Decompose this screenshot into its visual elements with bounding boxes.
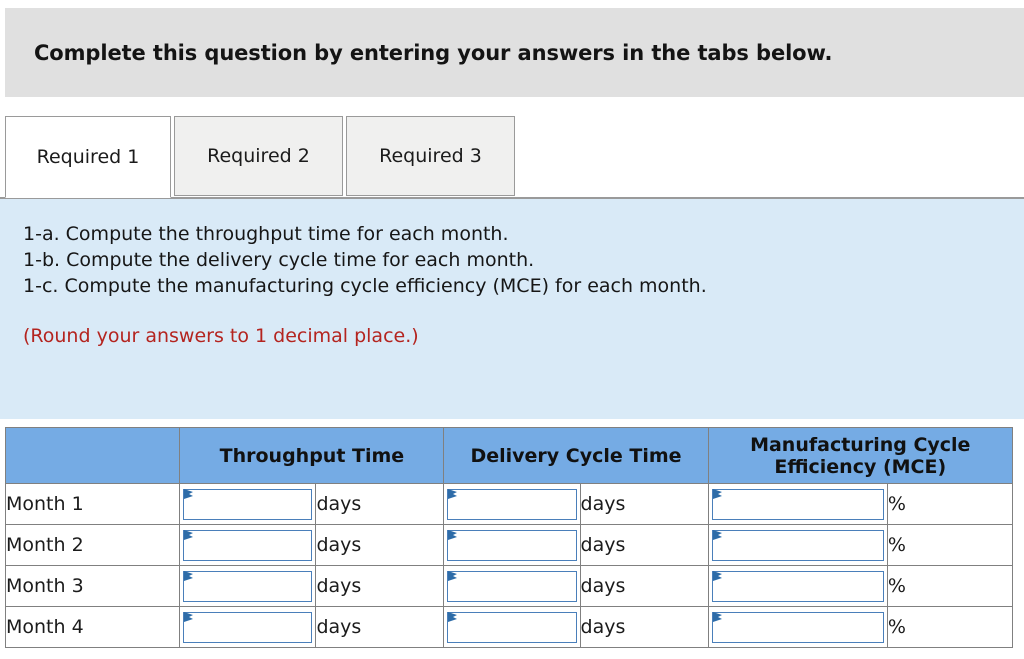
answer-table-wrapper: Throughput Time Delivery Cycle Time Manu… xyxy=(4,427,1014,648)
input-mce-month-3[interactable] xyxy=(711,570,884,602)
column-header-throughput-time: Throughput Time xyxy=(179,427,445,484)
unit-mce-month-3: % xyxy=(886,565,1014,607)
question-line-1a: 1-a. Compute the throughput time for eac… xyxy=(23,223,509,245)
answer-table: Throughput Time Delivery Cycle Time Manu… xyxy=(4,427,1014,648)
table-row: Month 2 days days % xyxy=(4,524,1014,566)
row-label-month-4: Month 4 xyxy=(4,606,181,648)
cell-delivery-month-4 xyxy=(443,606,581,648)
unit-throughput-month-3: days xyxy=(315,565,445,607)
cell-delivery-month-1 xyxy=(443,483,581,525)
cell-mce-month-1 xyxy=(707,483,888,525)
column-header-mce: Manufacturing Cycle Efficiency (MCE) xyxy=(707,427,1014,484)
instruction-banner: Complete this question by entering your … xyxy=(5,8,1024,97)
table-row: Month 4 days days % xyxy=(4,606,1014,648)
cell-throughput-month-2 xyxy=(179,524,317,566)
table-header-row: Throughput Time Delivery Cycle Time Manu… xyxy=(4,427,1014,484)
instruction-banner-text: Complete this question by entering your … xyxy=(34,40,833,65)
input-throughput-month-3[interactable] xyxy=(183,570,313,602)
tab-required-1-label: Required 1 xyxy=(36,146,140,168)
input-throughput-month-1[interactable] xyxy=(183,488,313,520)
cell-mce-month-3 xyxy=(707,565,888,607)
question-panel: 1-a. Compute the throughput time for eac… xyxy=(0,197,1024,419)
input-throughput-month-4[interactable] xyxy=(183,611,313,643)
unit-throughput-month-2: days xyxy=(315,524,445,566)
table-row: Month 3 days days % xyxy=(4,565,1014,607)
question-line-1c: 1-c. Compute the manufacturing cycle eff… xyxy=(23,275,707,297)
unit-delivery-month-1: days xyxy=(579,483,709,525)
unit-mce-month-1: % xyxy=(886,483,1014,525)
input-mce-month-1[interactable] xyxy=(711,488,884,520)
unit-delivery-month-2: days xyxy=(579,524,709,566)
tab-strip: Required 1 Required 2 Required 3 xyxy=(5,116,1024,198)
row-label-month-3: Month 3 xyxy=(4,565,181,607)
unit-mce-month-4: % xyxy=(886,606,1014,648)
tab-required-3[interactable]: Required 3 xyxy=(346,116,515,196)
table-row: Month 1 days days % xyxy=(4,483,1014,525)
tab-required-1[interactable]: Required 1 xyxy=(5,116,171,198)
question-line-1b: 1-b. Compute the delivery cycle time for… xyxy=(23,249,535,271)
input-mce-month-2[interactable] xyxy=(711,529,884,561)
cell-mce-month-2 xyxy=(707,524,888,566)
cell-mce-month-4 xyxy=(707,606,888,648)
unit-delivery-month-3: days xyxy=(579,565,709,607)
cell-throughput-month-1 xyxy=(179,483,317,525)
unit-throughput-month-4: days xyxy=(315,606,445,648)
unit-throughput-month-1: days xyxy=(315,483,445,525)
cell-delivery-month-3 xyxy=(443,565,581,607)
row-label-month-1: Month 1 xyxy=(4,483,181,525)
cell-delivery-month-2 xyxy=(443,524,581,566)
tab-required-2[interactable]: Required 2 xyxy=(174,116,343,196)
input-delivery-month-3[interactable] xyxy=(447,570,577,602)
input-mce-month-4[interactable] xyxy=(711,611,884,643)
table-body: Month 1 days days % Month 2 days days % … xyxy=(4,483,1014,648)
cell-throughput-month-4 xyxy=(179,606,317,648)
unit-mce-month-2: % xyxy=(886,524,1014,566)
tab-required-2-label: Required 2 xyxy=(207,145,310,167)
tab-required-3-label: Required 3 xyxy=(379,145,482,167)
input-throughput-month-2[interactable] xyxy=(183,529,313,561)
input-delivery-month-2[interactable] xyxy=(447,529,577,561)
input-delivery-month-1[interactable] xyxy=(447,488,577,520)
column-header-blank xyxy=(4,427,181,484)
column-header-delivery-cycle-time: Delivery Cycle Time xyxy=(443,427,709,484)
unit-delivery-month-4: days xyxy=(579,606,709,648)
input-delivery-month-4[interactable] xyxy=(447,611,577,643)
row-label-month-2: Month 2 xyxy=(4,524,181,566)
cell-throughput-month-3 xyxy=(179,565,317,607)
rounding-note: (Round your answers to 1 decimal place.) xyxy=(23,325,419,347)
